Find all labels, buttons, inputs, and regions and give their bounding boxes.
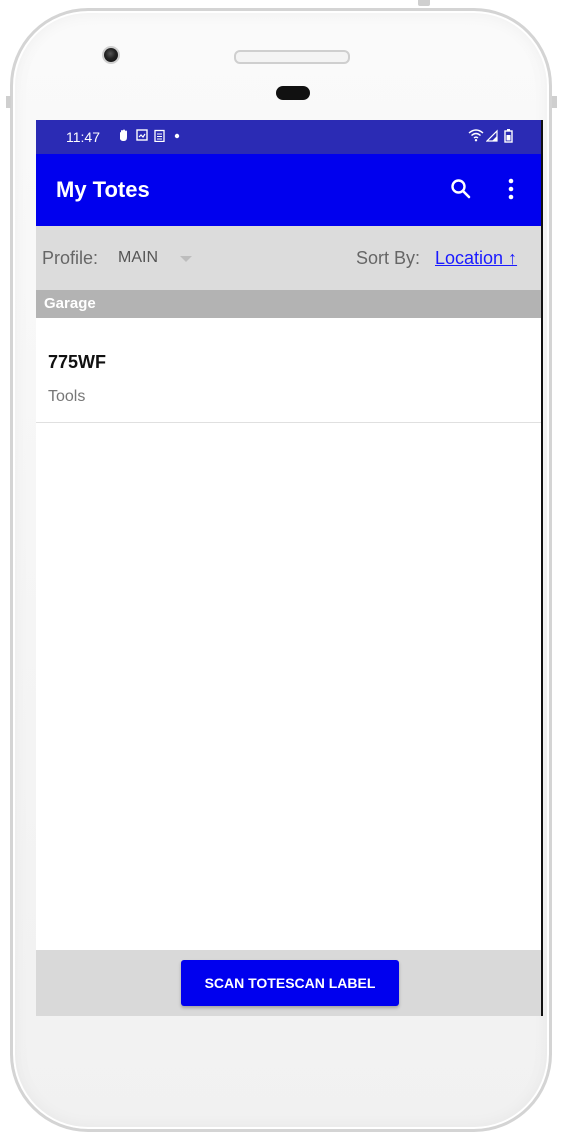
profile-label: Profile: [42,248,99,268]
dropdown-arrow-icon[interactable] [180,256,192,262]
sort-by-label: Sort By: [356,248,421,268]
wifi-icon [468,129,484,145]
scan-label-button[interactable]: SCAN TOTESCAN LABEL [181,960,399,1006]
profile-select[interactable]: MAIN [118,249,158,267]
app-title: My Totes [56,177,150,202]
search-button[interactable] [446,174,476,204]
app-screen: 11:47 My Totes Profile: MAIN Sort By: Lo… [36,120,543,1016]
sort-by-link[interactable]: Location ↑ [435,248,517,269]
app-bar: My Totes [36,154,541,226]
group-title: Garage [44,295,96,312]
filter-bar: Profile: MAIN Sort By: Location ↑ [36,226,541,290]
phone-side-button-right [552,96,557,108]
battery-icon [504,129,513,146]
more-vert-icon [508,178,514,200]
front-camera [104,48,118,62]
earpiece-speaker [234,50,350,64]
status-time: 11:47 [66,129,100,145]
proximity-sensor [276,86,310,100]
dot-icon [174,128,180,145]
phone-side-button-left [6,96,11,108]
tote-list-item[interactable]: 775WF Tools [36,318,541,423]
tote-description: Tools [48,388,86,405]
bottom-bar: SCAN TOTESCAN LABEL [36,950,541,1016]
hand-icon [118,129,130,145]
group-header: Garage [36,290,541,318]
status-bar: 11:47 [36,120,541,154]
search-icon [451,179,471,199]
signal-icon [485,129,498,145]
more-options-button[interactable] [502,174,520,204]
screenshot-icon [136,129,148,144]
tote-id: 775WF [48,352,107,372]
phone-button [418,0,430,6]
clipboard-icon [154,129,165,145]
